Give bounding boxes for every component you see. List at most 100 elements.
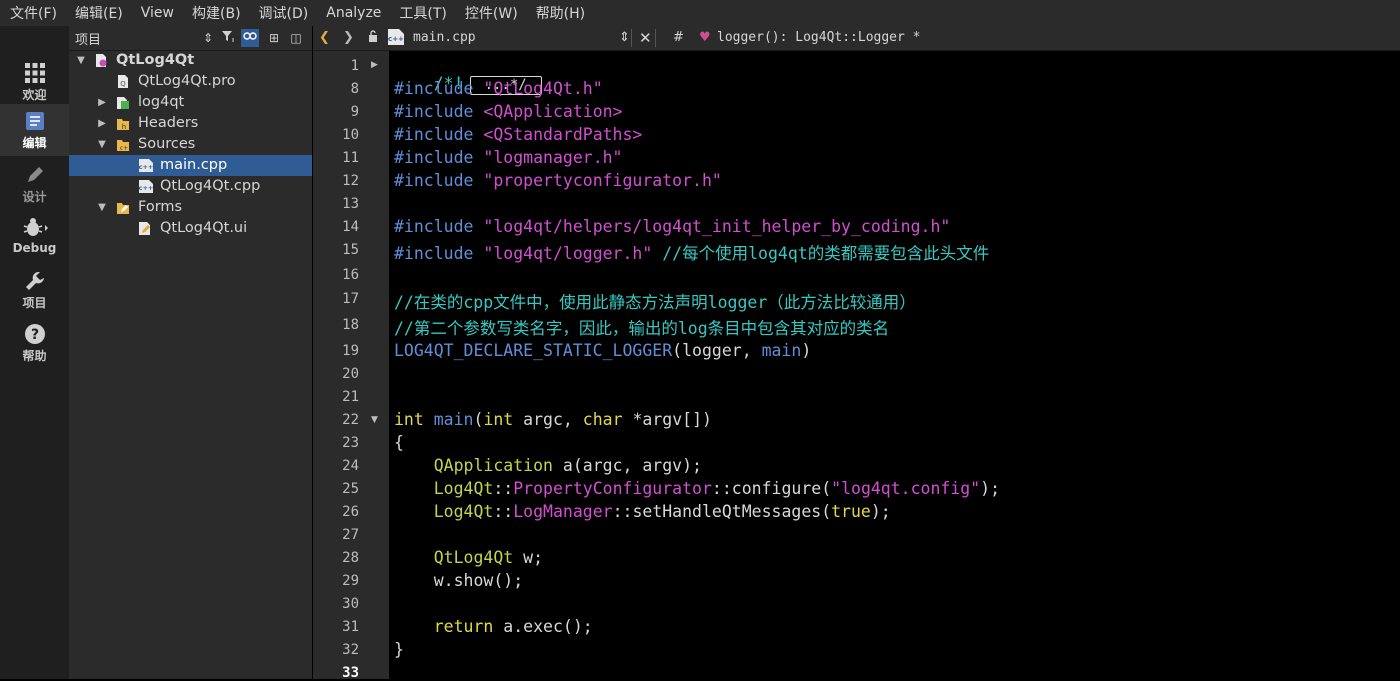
code-line: #include "log4qt/logger.h" //每个使用log4qt的… bbox=[394, 240, 989, 264]
code-string: "logmanager.h" bbox=[483, 148, 623, 167]
split-icon[interactable]: ⊞ bbox=[265, 29, 283, 47]
tree-item-headers[interactable]: ▶ h Headers bbox=[69, 113, 312, 134]
line-number: 8 bbox=[350, 81, 359, 97]
mode-debug[interactable]: Debug bbox=[0, 211, 69, 263]
expanded-arrow-icon[interactable]: ▼ bbox=[96, 134, 108, 155]
code-text: (logger, bbox=[672, 341, 762, 360]
svg-text:?: ? bbox=[30, 327, 38, 343]
forward-arrow-icon[interactable]: ❯ bbox=[343, 29, 354, 47]
menu-controls[interactable]: 控件(W) bbox=[455, 3, 526, 23]
code-text: { bbox=[394, 433, 404, 452]
file-select-chevron-icon[interactable]: ⇕ bbox=[619, 29, 630, 47]
code-preprocessor: #include bbox=[394, 244, 474, 263]
link-editor-icon[interactable] bbox=[241, 29, 259, 47]
code-text: a(argc, argv); bbox=[552, 456, 702, 475]
tree-item-forms[interactable]: ▼ Forms bbox=[69, 197, 312, 218]
close-file-icon[interactable]: ✕ bbox=[639, 29, 652, 47]
code-editor[interactable]: /*! ...*/ #include "QtLog4Qt.h" #include … bbox=[389, 51, 1400, 679]
symbol-selector[interactable]: logger(): Log4Qt::Logger * bbox=[717, 29, 921, 47]
expanded-arrow-icon[interactable]: ▼ bbox=[75, 50, 87, 71]
line-number: 12 bbox=[342, 173, 359, 189]
collapsed-fold-icon[interactable]: ▶ bbox=[371, 60, 378, 70]
menu-view[interactable]: View bbox=[131, 5, 182, 21]
pro-file-icon: Q bbox=[116, 74, 130, 89]
view-select-chevron-icon[interactable]: ⇕ bbox=[199, 29, 217, 47]
line-number: 18 bbox=[342, 317, 359, 333]
svg-text:h: h bbox=[122, 123, 126, 131]
line-number: 1 bbox=[350, 58, 359, 74]
line-number: 10 bbox=[342, 127, 359, 143]
wrench-icon bbox=[0, 270, 69, 296]
subproject-icon bbox=[116, 95, 130, 110]
mode-sidebar: 欢迎 编辑 设计 Debug 项目 ? 帮助 bbox=[0, 26, 70, 679]
grid-icon bbox=[0, 62, 69, 88]
expanded-fold-icon[interactable]: ▼ bbox=[371, 415, 378, 425]
expanded-arrow-icon[interactable]: ▼ bbox=[96, 197, 108, 218]
editor-toolbar: ❮ ❯ c++ main.cpp ⇕ ✕ # ♥ logger(): Log4Q… bbox=[313, 26, 1400, 51]
line-number: 30 bbox=[342, 596, 359, 612]
collapsed-arrow-icon[interactable]: ▶ bbox=[96, 113, 108, 134]
menu-debug[interactable]: 调试(D) bbox=[249, 3, 317, 23]
tree-item-log4qt[interactable]: ▶ log4qt bbox=[69, 92, 312, 113]
tree-item-project-root[interactable]: ▼ QtLog4Qt bbox=[69, 50, 312, 71]
collapsed-arrow-icon[interactable]: ▶ bbox=[96, 92, 108, 113]
tree-item-label: QtLog4Qt bbox=[116, 52, 195, 68]
menu-analyze[interactable]: Analyze bbox=[316, 5, 389, 21]
project-panel-title[interactable]: 项目 bbox=[75, 29, 101, 48]
tree-item-ui-file[interactable]: QtLog4Qt.ui bbox=[69, 218, 312, 239]
tree-item-label: log4qt bbox=[138, 94, 185, 110]
tree-item-qtlog4qt-cpp[interactable]: c++ QtLog4Qt.cpp bbox=[69, 176, 312, 197]
line-number: 16 bbox=[342, 267, 359, 283]
menu-build[interactable]: 构建(B) bbox=[182, 3, 249, 23]
menu-help[interactable]: 帮助(H) bbox=[526, 3, 593, 23]
sources-folder-icon: c+ bbox=[116, 137, 130, 152]
mode-edit-label: 编辑 bbox=[22, 136, 47, 150]
mode-welcome[interactable]: 欢迎 bbox=[0, 56, 69, 108]
tree-item-label: Sources bbox=[138, 136, 196, 152]
code-text: } bbox=[394, 640, 404, 659]
code-line: //第二个参数写类名字，因此，输出的log条目中包含其对应的类名 bbox=[394, 315, 889, 339]
mode-projects[interactable]: 项目 bbox=[0, 264, 69, 316]
code-preprocessor: #include bbox=[394, 102, 474, 121]
tree-item-pro-file[interactable]: Q QtLog4Qt.pro bbox=[69, 71, 312, 92]
code-keyword: char bbox=[582, 410, 623, 429]
code-string: "log4qt/helpers/log4qt_init_helper_by_co… bbox=[483, 217, 951, 236]
code-identifier: main bbox=[433, 410, 474, 429]
tree-item-main-cpp[interactable]: c++ main.cpp bbox=[69, 155, 312, 176]
line-number: 32 bbox=[342, 642, 359, 658]
tree-item-sources[interactable]: ▼ c+ Sources bbox=[69, 134, 312, 155]
forms-folder-icon bbox=[116, 200, 130, 215]
lock-icon[interactable] bbox=[367, 29, 379, 47]
code-line: #include "log4qt/helpers/log4qt_init_hel… bbox=[394, 217, 950, 236]
code-line: int main(int argc, char *argv[]) bbox=[394, 410, 712, 429]
menu-edit[interactable]: 编辑(E) bbox=[65, 3, 131, 23]
line-number-gutter: 1 ▶ 8 9 10 11 12 13 14 15 16 17 18 19 20… bbox=[313, 51, 389, 681]
code-text: ::setHandleQtMessages( bbox=[612, 502, 832, 521]
hash-label[interactable]: # bbox=[673, 29, 684, 47]
tree-item-label: main.cpp bbox=[160, 157, 228, 173]
mode-welcome-label: 欢迎 bbox=[22, 88, 47, 102]
code-line: { bbox=[394, 433, 404, 452]
mode-edit[interactable]: 编辑 bbox=[0, 104, 69, 156]
open-file-name[interactable]: main.cpp bbox=[413, 29, 476, 47]
code-preprocessor: #include bbox=[394, 171, 474, 190]
code-line: w.show(); bbox=[394, 571, 523, 590]
line-number: 27 bbox=[342, 527, 359, 543]
project-panel: 项目 ⇕ ⊞ ◫ ▼ QtLog4Qt Q QtLog4Qt.pro ▶ log… bbox=[69, 26, 312, 679]
code-line: #include "propertyconfigurator.h" bbox=[394, 171, 722, 190]
menu-tools[interactable]: 工具(T) bbox=[389, 3, 454, 23]
code-text: ); bbox=[980, 479, 1001, 498]
mode-design-label: 设计 bbox=[22, 190, 47, 204]
menu-file[interactable]: 文件(F) bbox=[0, 3, 65, 23]
line-number: 20 bbox=[342, 366, 359, 382]
filter-icon[interactable] bbox=[219, 29, 237, 47]
code-identifier: main bbox=[761, 341, 802, 360]
line-number: 15 bbox=[342, 242, 359, 258]
mode-debug-label: Debug bbox=[12, 241, 57, 255]
mode-help[interactable]: ? 帮助 bbox=[0, 317, 69, 369]
back-arrow-icon[interactable]: ❮ bbox=[319, 29, 330, 47]
mode-design[interactable]: 设计 bbox=[0, 158, 69, 210]
code-string: "QtLog4Qt.h" bbox=[483, 79, 603, 98]
close-panel-icon[interactable]: ◫ bbox=[287, 29, 305, 47]
heart-icon: ♥ bbox=[699, 30, 711, 45]
